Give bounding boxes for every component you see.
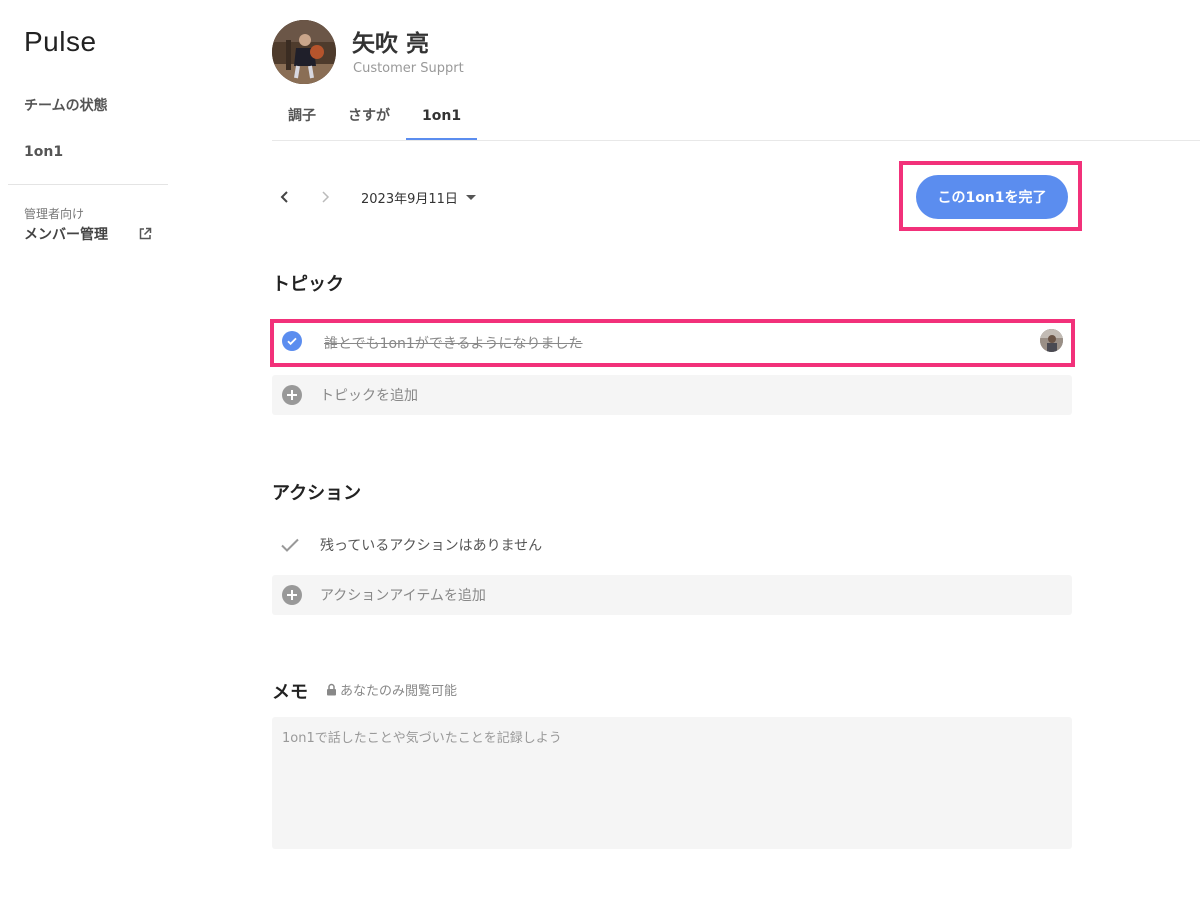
sidebar: Pulse チームの状態 1on1 管理者向け メンバー管理 — [0, 0, 175, 924]
tab-condition[interactable]: 調子 — [272, 98, 332, 140]
member-management-label: メンバー管理 — [24, 227, 108, 243]
actions-heading: アクション — [272, 483, 362, 504]
date-navigation: 2023年9月11日 — [272, 184, 476, 210]
chevron-left-icon — [280, 191, 288, 203]
tabs-divider — [272, 140, 1200, 141]
profile-tabs: 調子 さすが 1on1 — [272, 98, 478, 140]
sidebar-item-member-management[interactable]: メンバー管理 — [24, 224, 152, 244]
plus-circle-icon — [282, 385, 302, 405]
lock-icon — [327, 683, 336, 696]
app-logo[interactable]: Pulse — [24, 26, 97, 58]
topic-owner-avatar — [1040, 329, 1063, 352]
sidebar-divider — [8, 184, 168, 185]
user-role: Customer Supprt — [353, 61, 464, 76]
user-avatar — [272, 20, 336, 84]
previous-date-button[interactable] — [272, 184, 298, 210]
memo-heading: メモ — [272, 682, 308, 703]
add-action-item-row[interactable]: アクションアイテムを追加 — [272, 575, 1072, 615]
memo-textarea[interactable]: 1on1で話したことや気づいたことを記録しよう — [272, 717, 1072, 849]
actions-empty-text: 残っているアクションはありません — [320, 538, 543, 554]
avatar-photo — [272, 20, 336, 84]
tab-praise[interactable]: さすが — [332, 98, 406, 140]
complete-1on1-button[interactable]: この1on1を完了 — [916, 175, 1068, 219]
topics-heading: トピック — [272, 274, 344, 295]
add-action-item-label: アクションアイテムを追加 — [320, 588, 486, 604]
check-icon — [287, 337, 297, 346]
external-link-icon — [139, 227, 152, 240]
sidebar-item-team-status[interactable]: チームの状態 — [24, 95, 108, 115]
memo-privacy-note: あなたのみ閲覧可能 — [326, 680, 457, 699]
memo-privacy-text: あなたのみ閲覧可能 — [340, 684, 458, 699]
checkmark-icon — [281, 538, 299, 552]
add-topic-row[interactable]: トピックを追加 — [272, 375, 1072, 415]
user-name: 矢吹 亮 — [352, 31, 430, 57]
topic-owner-photo — [1040, 329, 1063, 352]
admin-section-caption: 管理者向け — [24, 207, 85, 221]
sidebar-item-1on1[interactable]: 1on1 — [24, 144, 63, 160]
topic-item-text[interactable]: 誰とでも1on1ができるようになりました — [324, 333, 583, 353]
topic-done-checkbox[interactable] — [282, 331, 302, 351]
add-topic-label: トピックを追加 — [320, 388, 418, 404]
plus-circle-icon — [282, 585, 302, 605]
memo-placeholder: 1on1で話したことや気づいたことを記録しよう — [282, 731, 562, 746]
next-date-button[interactable] — [312, 184, 338, 210]
chevron-right-icon — [322, 191, 330, 203]
date-selector[interactable]: 2023年9月11日 — [361, 188, 458, 207]
actions-empty-state: 残っているアクションはありません — [280, 534, 542, 556]
tab-1on1[interactable]: 1on1 — [406, 98, 478, 140]
caret-down-icon[interactable] — [465, 194, 476, 200]
